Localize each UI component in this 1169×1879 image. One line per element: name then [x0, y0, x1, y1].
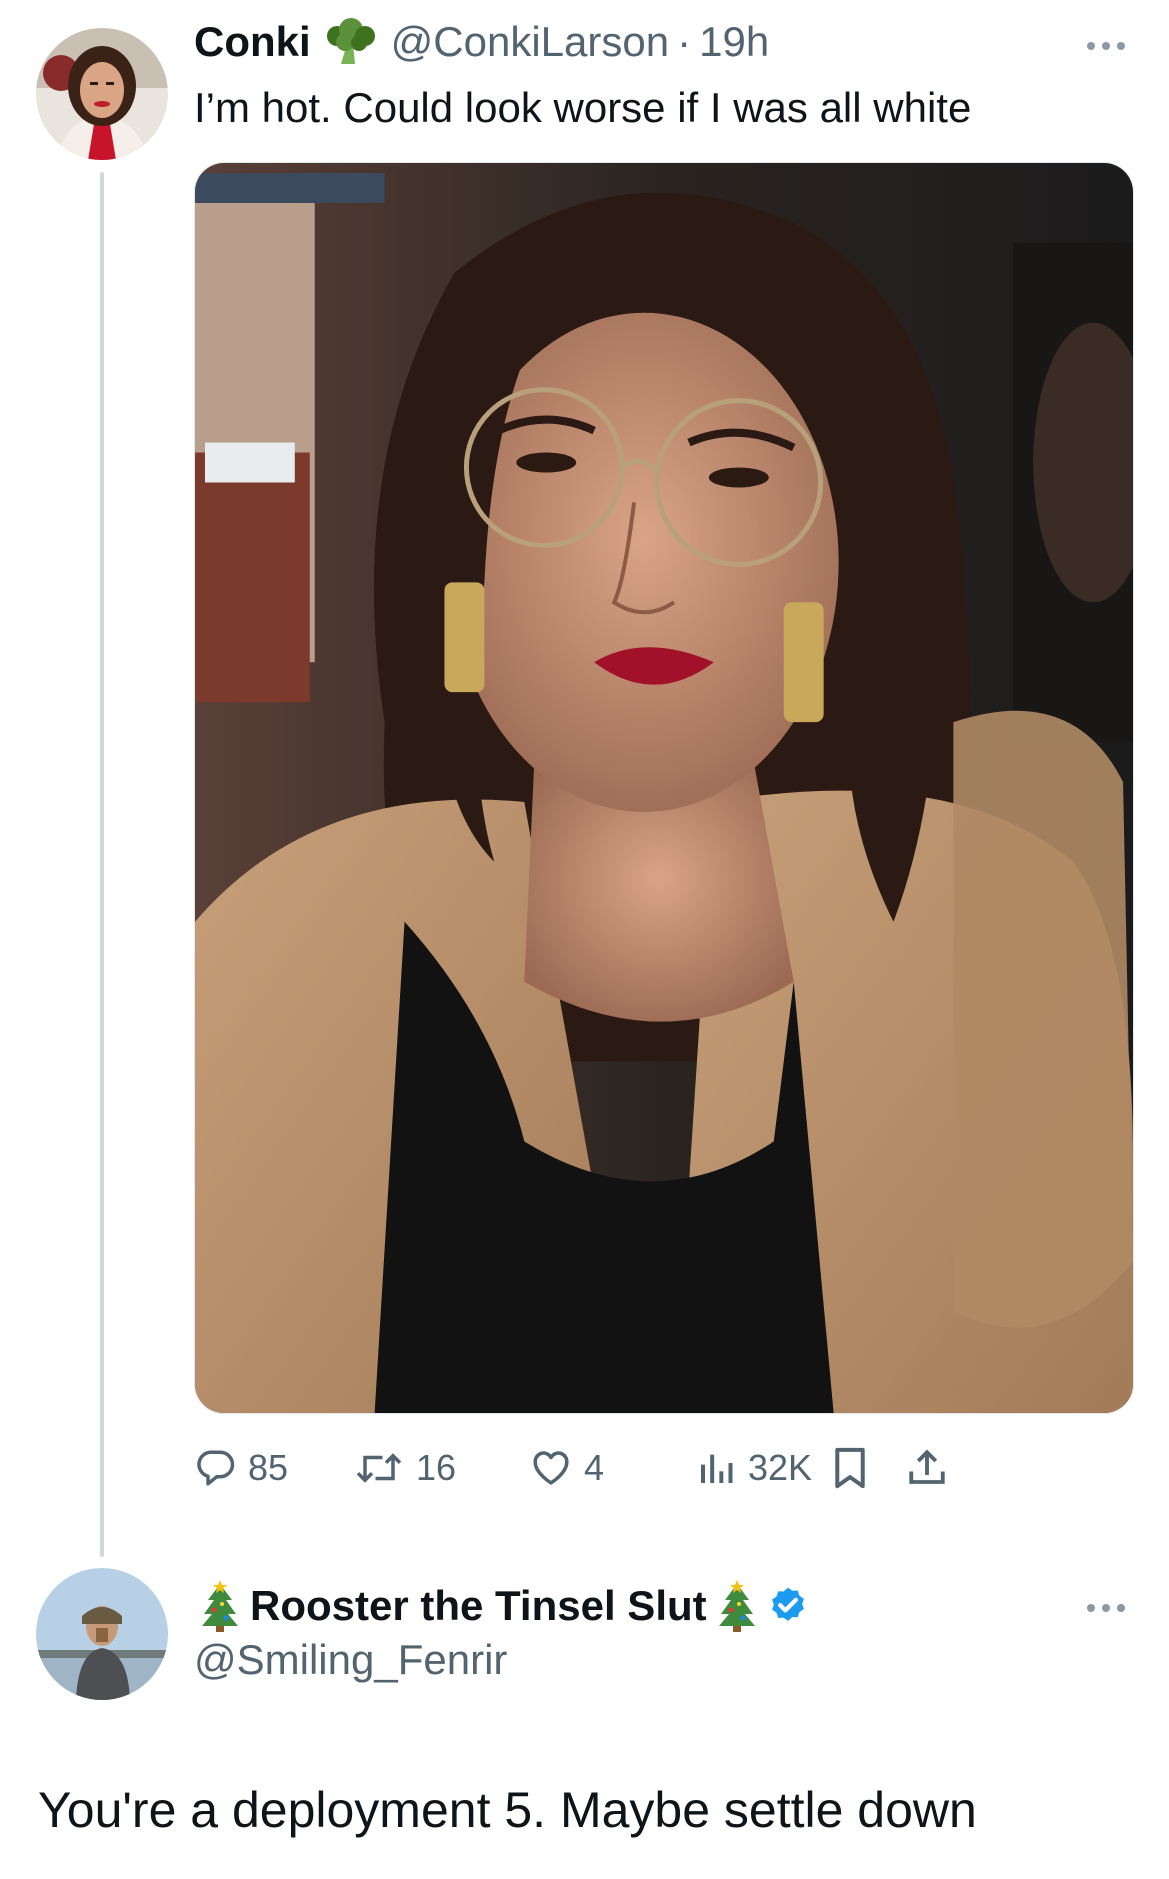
tweet-actions: 85 16 4 32K	[194, 1438, 1134, 1498]
share-icon	[909, 1449, 945, 1484]
reply-author-avatar[interactable]	[36, 1568, 168, 1700]
retweet-button[interactable]: 16	[354, 1438, 456, 1498]
reply-author-handle[interactable]: @Smiling_Fenrir	[194, 1636, 507, 1684]
views-button[interactable]: 32K	[696, 1438, 812, 1498]
like-button[interactable]: 4	[530, 1438, 604, 1498]
reply-more-icon[interactable]	[1087, 1604, 1125, 1612]
author-handle[interactable]: @ConkiLarson	[391, 18, 669, 66]
christmas-tree-icon	[717, 1580, 757, 1632]
views-icon	[701, 1454, 733, 1483]
broccoli-icon	[325, 18, 377, 66]
separator-dot: ·	[677, 18, 692, 65]
share-button[interactable]	[906, 1438, 948, 1498]
reply-count: 85	[248, 1447, 289, 1488]
christmas-tree-icon	[200, 1580, 240, 1632]
tweet-header: Conki @ConkiLarson · 19h	[194, 18, 769, 66]
tweet-timestamp[interactable]: 19h	[699, 18, 769, 66]
reply-button[interactable]: 85	[194, 1438, 288, 1498]
thread-line	[100, 172, 104, 1557]
reply-header: Rooster the Tinsel Slut	[200, 1580, 809, 1632]
author-display-name[interactable]: Conki	[194, 18, 311, 66]
reply-text: You're a deployment 5. Maybe settle down	[38, 1782, 977, 1838]
more-icon[interactable]	[1087, 42, 1125, 50]
reply-icon	[197, 1450, 235, 1486]
like-count: 4	[584, 1447, 605, 1488]
bookmark-icon	[835, 1447, 865, 1489]
heart-icon	[533, 1451, 569, 1485]
reply-author-display-name[interactable]: Rooster the Tinsel Slut	[250, 1582, 707, 1630]
bookmark-button[interactable]	[830, 1438, 870, 1498]
view-count: 32K	[748, 1447, 813, 1488]
tweet-thread: Conki @ConkiLarson · 19h I’m hot. Could …	[0, 0, 1169, 1879]
retweet-count: 16	[416, 1447, 457, 1488]
verified-badge-icon	[767, 1585, 809, 1627]
tweet-text: I’m hot. Could look worse if I was all w…	[194, 84, 972, 131]
author-avatar[interactable]	[36, 28, 168, 160]
retweet-icon	[356, 1453, 402, 1483]
tweet-photo[interactable]	[194, 162, 1134, 1414]
